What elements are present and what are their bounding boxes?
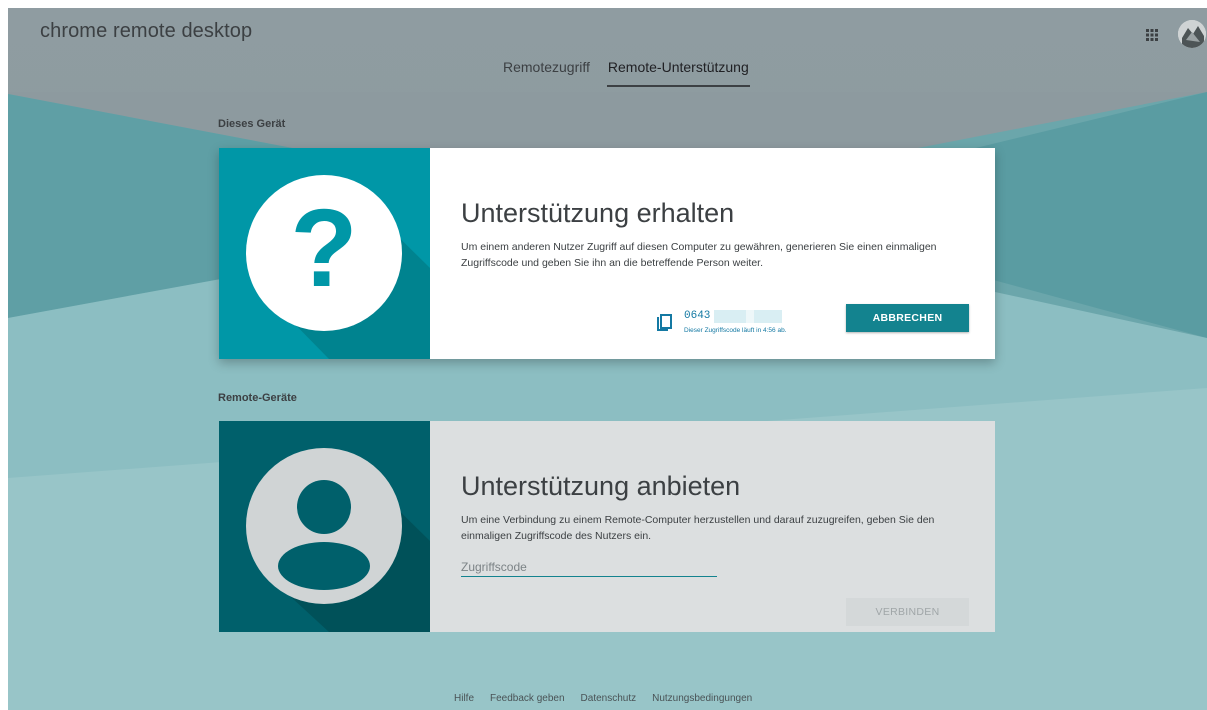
top-bar: chrome remote desktop Remotezugriff Remo… (8, 8, 1207, 94)
access-code-redacted (714, 310, 782, 323)
footer-link-feedback[interactable]: Feedback geben (490, 693, 565, 704)
tab-bar: Remotezugriff Remote-Unterstützung (502, 59, 766, 87)
tab-remote-support[interactable]: Remote-Unterstützung (606, 59, 750, 87)
account-avatar-icon (1178, 20, 1206, 48)
footer-links: Hilfe Feedback geben Datenschutz Nutzung… (454, 693, 768, 704)
footer-link-privacy[interactable]: Datenschutz (581, 693, 637, 704)
person-icon (246, 448, 430, 632)
footer-link-help[interactable]: Hilfe (454, 693, 474, 704)
avatar[interactable] (1178, 20, 1206, 48)
apps-grid-icon[interactable] (1145, 28, 1159, 42)
get-support-body: Unterstützung erhalten Um einem anderen … (430, 148, 995, 359)
get-support-art: ? (219, 148, 430, 359)
section-label-this-device: Dieses Gerät (218, 118, 286, 130)
get-support-description: Um einem anderen Nutzer Zugriff auf dies… (461, 241, 937, 269)
give-support-card: Unterstützung anbieten Um eine Verbindun… (219, 421, 995, 632)
get-support-title: Unterstützung erhalten (461, 198, 735, 228)
section-label-remote-devices: Remote-Geräte (218, 392, 297, 404)
question-mark-icon: ? (246, 175, 430, 359)
access-code-input[interactable] (461, 558, 717, 576)
app-window: chrome remote desktop Remotezugriff Remo… (8, 8, 1207, 710)
footer-link-terms[interactable]: Nutzungsbedingungen (652, 693, 752, 704)
give-support-title: Unterstützung anbieten (461, 471, 741, 501)
svg-text:?: ? (290, 187, 357, 310)
cancel-button[interactable]: ABBRECHEN (846, 304, 969, 332)
connect-button[interactable]: VERBINDEN (846, 598, 969, 626)
access-code: 0643 (684, 310, 711, 322)
copy-icon[interactable] (657, 314, 673, 332)
give-support-art (219, 421, 430, 632)
app-title: chrome remote desktop (40, 20, 253, 42)
give-support-body: Unterstützung anbieten Um eine Verbindun… (430, 421, 995, 632)
access-code-expiry: Dieser Zugriffscode läuft in 4:56 ab. (684, 327, 787, 334)
tab-remote-access[interactable]: Remotezugriff (502, 59, 591, 87)
get-support-card: ? Unterstützung erhalten Um einem andere… (219, 148, 995, 359)
give-support-description: Um eine Verbindung zu einem Remote-Compu… (461, 514, 935, 542)
access-code-field-wrapper (461, 558, 717, 577)
